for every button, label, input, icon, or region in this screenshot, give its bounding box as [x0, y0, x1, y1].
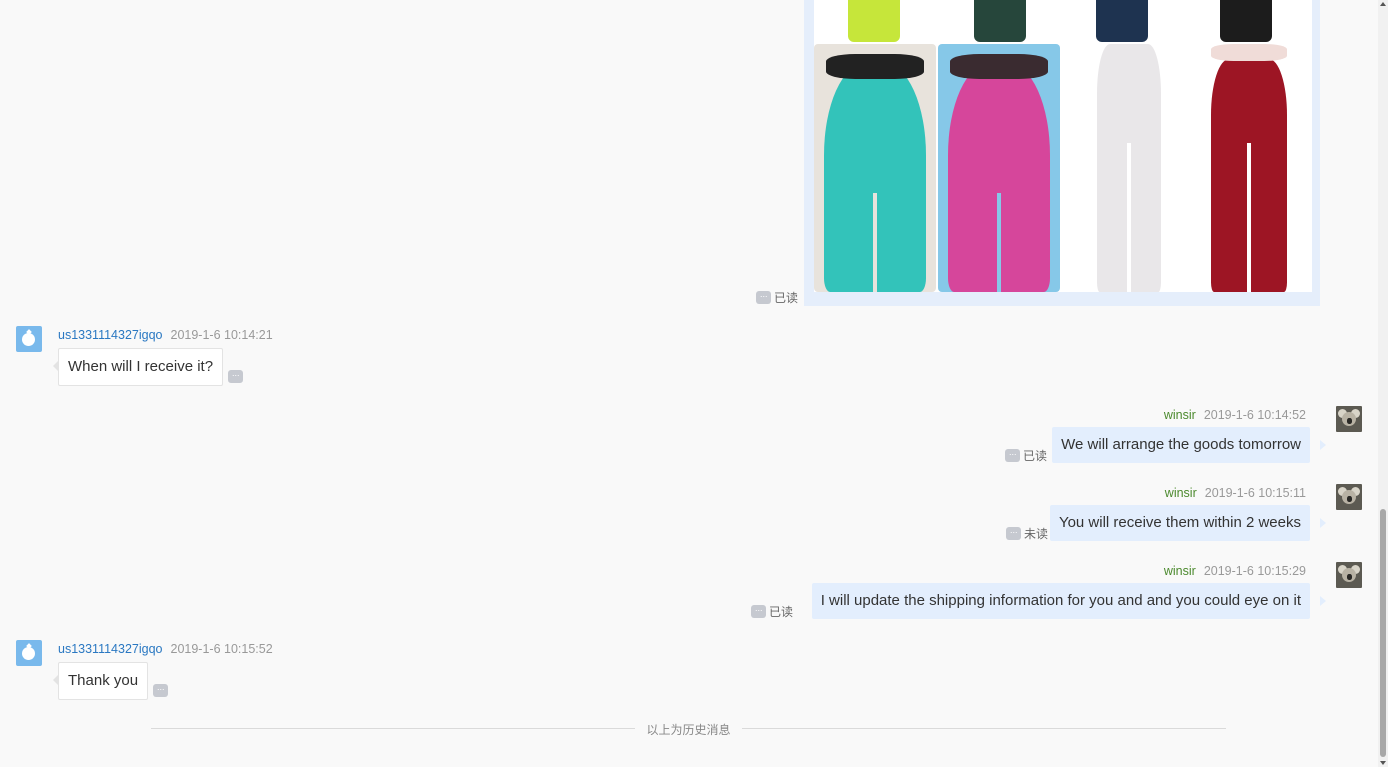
drop-avatar-icon[interactable]: [16, 326, 42, 352]
message-bubble: When will I receive it?: [58, 348, 224, 386]
legging-darkgreen-thumb: [974, 0, 1026, 42]
read-status: ··· 已读: [1005, 447, 1047, 464]
photo-red-leggings: [1202, 44, 1296, 292]
chat-history-panel: ··· 已读 us1331114327igqo 2019-1-6 10:14:21…: [0, 0, 1378, 767]
photo-white-leggings: [1084, 44, 1174, 292]
scroll-thumb[interactable]: [1380, 509, 1386, 757]
image-message-bubble[interactable]: [804, 0, 1320, 306]
message-meta: us1331114327igqo 2019-1-6 10:15:52: [58, 642, 273, 656]
bubble-tail: [1320, 518, 1326, 528]
read-status-label: 已读: [769, 605, 794, 619]
bubble-tail: [1320, 440, 1326, 450]
photo-teal-leggings: [814, 44, 936, 292]
message-bubble: We will arrange the goods tomorrow: [1052, 427, 1310, 463]
legging-lime-thumb: [848, 0, 900, 42]
scroll-down-arrow-icon[interactable]: [1380, 761, 1386, 765]
message-time: 2019-1-6 10:14:52: [1203, 408, 1306, 422]
scroll-up-arrow-icon[interactable]: [1380, 2, 1386, 6]
message-bubble: Thank you: [58, 662, 149, 700]
sender-name[interactable]: winsir: [1164, 408, 1196, 422]
more-dots-icon[interactable]: ···: [153, 684, 168, 697]
read-status: ··· 已读: [751, 603, 793, 620]
chat-scrollbar[interactable]: [1378, 0, 1388, 767]
legging-black-thumb: [1220, 0, 1272, 42]
sender-name[interactable]: winsir: [1165, 486, 1197, 500]
message-bubble: I will update the shipping information f…: [811, 583, 1310, 619]
product-image[interactable]: [814, 0, 1312, 292]
photo-pink-leggings: [938, 44, 1060, 292]
message-meta: winsir 2019-1-6 10:15:29: [1164, 564, 1306, 578]
drop-avatar-icon[interactable]: [16, 640, 42, 666]
message-time: 2019-1-6 10:15:52: [170, 642, 273, 656]
read-status: ··· 未读: [1006, 525, 1048, 542]
bubble-tail: [1320, 596, 1326, 606]
message-meta: winsir 2019-1-6 10:15:11: [1165, 486, 1306, 500]
more-dots-icon[interactable]: ···: [1006, 527, 1021, 540]
message-time: 2019-1-6 10:15:11: [1204, 486, 1306, 500]
more-dots-icon[interactable]: ···: [751, 605, 766, 618]
more-dots-icon[interactable]: ···: [228, 370, 243, 383]
koala-avatar-icon[interactable]: [1336, 484, 1362, 510]
message-time: 2019-1-6 10:15:29: [1203, 564, 1306, 578]
message-meta: winsir 2019-1-6 10:14:52: [1164, 408, 1306, 422]
sender-name[interactable]: us1331114327igqo: [58, 328, 163, 342]
koala-avatar-icon[interactable]: [1336, 562, 1362, 588]
message-bubble: You will receive them within 2 weeks: [1049, 505, 1310, 541]
read-status-label: 已读: [774, 291, 799, 305]
message-time: 2019-1-6 10:14:21: [170, 328, 273, 342]
read-status-label: 未读: [1024, 527, 1049, 541]
message-meta: us1331114327igqo 2019-1-6 10:14:21: [58, 328, 273, 342]
legging-navy-thumb: [1096, 0, 1148, 42]
more-dots-icon[interactable]: ···: [1005, 449, 1020, 462]
koala-avatar-icon[interactable]: [1336, 406, 1362, 432]
sender-name[interactable]: us1331114327igqo: [58, 642, 163, 656]
history-divider-label: 以上为历史消息: [646, 723, 731, 737]
read-status-label: 已读: [1023, 449, 1048, 463]
sender-name[interactable]: winsir: [1164, 564, 1196, 578]
read-status: ··· 已读: [756, 289, 798, 306]
more-dots-icon[interactable]: ···: [756, 291, 771, 304]
history-divider: 以上为历史消息: [151, 723, 1226, 737]
